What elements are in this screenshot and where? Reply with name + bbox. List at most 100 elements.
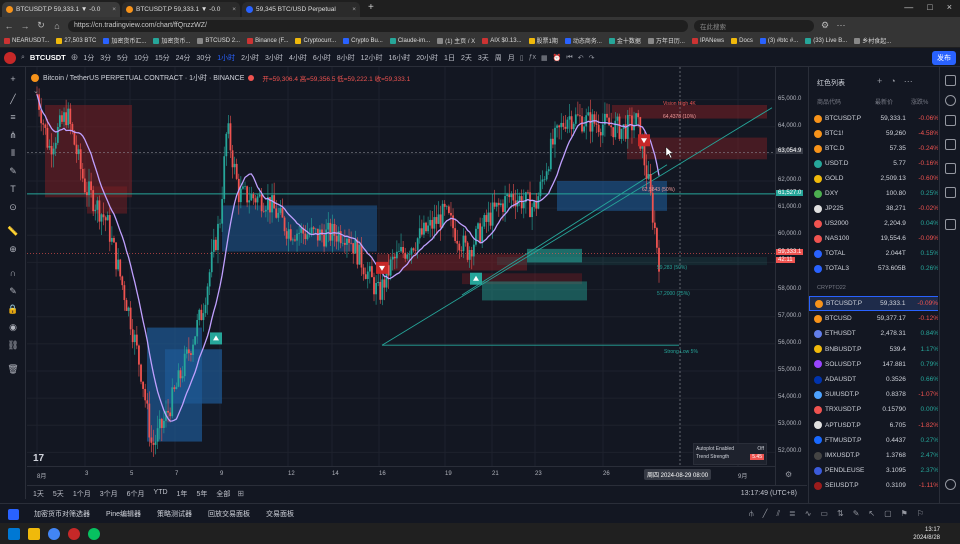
- maximize-icon[interactable]: □: [927, 2, 932, 17]
- add-symbol-icon[interactable]: +: [877, 76, 882, 87]
- bookmark-item[interactable]: 加密货币汇...: [103, 36, 146, 45]
- browser-tab[interactable]: BTCUSDT.P 59,333.1 ▼ -0.0 ×: [2, 2, 120, 17]
- trendline-icon[interactable]: ╱: [6, 93, 20, 105]
- bookmark-item[interactable]: (3) #btc #...: [759, 37, 798, 44]
- watchlist-row[interactable]: USDT.D 5.77 -0.16%: [809, 156, 938, 171]
- watchlist-title[interactable]: 红色列表: [817, 78, 845, 88]
- watchlist-row[interactable]: SUIUSDT.P 0.8378 -1.07%: [809, 387, 938, 402]
- watchlist-row[interactable]: APTUSDT.P 6.705 -1.82%: [809, 418, 938, 433]
- stay-drawing-icon[interactable]: ✎: [6, 285, 20, 297]
- timeframe-18[interactable]: 3天: [478, 53, 489, 63]
- symbol-search-button[interactable]: BTCUSDT: [30, 53, 66, 62]
- calendar-icon[interactable]: [945, 187, 956, 198]
- close-icon[interactable]: ×: [112, 6, 116, 13]
- avatar[interactable]: [4, 51, 16, 64]
- timeframe-17[interactable]: 2天: [461, 53, 472, 63]
- time-axis[interactable]: 周四 2024-08-29 08:00 ⚙ 8月 3 5 7 9 12 14 16 19 21 23…: [27, 466, 792, 484]
- replay-icon[interactable]: ⏮: [566, 54, 572, 62]
- timeframe-10[interactable]: 4小时: [289, 53, 307, 63]
- watchlist-row[interactable]: BTCUSD 59,377.17 -0.12%: [809, 311, 938, 326]
- redo-icon[interactable]: ↷: [589, 54, 595, 62]
- menu-icon[interactable]: ⋯: [836, 20, 846, 31]
- calendar-icon[interactable]: ⊞: [237, 489, 244, 498]
- bookmark-item[interactable]: Cryptocurr...: [295, 37, 336, 44]
- range-4[interactable]: 6个月: [127, 489, 145, 499]
- close-window-icon[interactable]: ×: [947, 2, 952, 17]
- url-field[interactable]: https://cn.tradingview.com/chart/ffQnzzW…: [68, 19, 688, 32]
- bookmark-item[interactable]: 股票1期: [528, 36, 558, 45]
- close-icon[interactable]: ×: [352, 6, 356, 13]
- bookmark-item[interactable]: 27,503 BTC: [56, 37, 96, 44]
- timeframe-15[interactable]: 20小时: [416, 53, 438, 63]
- range-2[interactable]: 1个月: [73, 489, 91, 499]
- price-chart[interactable]: Bitcoin / TetherUS PERPETUAL CONTRACT · …: [27, 67, 775, 485]
- timeframe-0[interactable]: 1分: [83, 53, 94, 63]
- range-tool-icon[interactable]: ⇅: [837, 509, 844, 519]
- bookmark-item[interactable]: Claude-im...: [389, 37, 430, 44]
- watchlist-row[interactable]: NAS100 19,554.6 -0.09%: [809, 231, 938, 246]
- fib-tool-icon[interactable]: ≣: [789, 509, 796, 519]
- watchlist-row[interactable]: ETHUSDT 2,478.31 0.84%: [809, 326, 938, 341]
- range-7[interactable]: 5年: [196, 489, 207, 499]
- magnet-icon[interactable]: ∩: [6, 267, 20, 279]
- brush-icon[interactable]: ✎: [6, 165, 20, 177]
- flag-tool-icon[interactable]: ⚐: [917, 509, 924, 519]
- watchlist-row[interactable]: TOTAL 2.044T 0.15%: [809, 246, 938, 261]
- watchlist-row[interactable]: BTCUSDT.P 59,333.1 -0.06%: [809, 111, 938, 126]
- watchlist-row[interactable]: BTC.D 57.35 -0.24%: [809, 141, 938, 156]
- bookmark-item[interactable]: NEARUSDT...: [4, 37, 49, 44]
- watchlist-row[interactable]: GOLD 2,509.13 -0.60%: [809, 171, 938, 186]
- zoom-icon[interactable]: ⊕: [6, 243, 20, 255]
- watchlist-row[interactable]: PENDLEUSE 3.1095 2.37%: [809, 463, 938, 478]
- timeframe-13[interactable]: 12小时: [361, 53, 383, 63]
- help-icon[interactable]: [945, 479, 956, 490]
- bookmark-item[interactable]: Binance (F...: [247, 37, 288, 44]
- watchlist-icon[interactable]: [945, 75, 956, 86]
- alerts-icon[interactable]: [945, 95, 956, 106]
- settings-icon[interactable]: ⚙: [785, 470, 792, 479]
- browser-tab[interactable]: BTCUSDT.P 59,333.1 ▼ -0.0 ×: [122, 2, 240, 17]
- layers-icon[interactable]: [945, 115, 956, 126]
- file-explorer-icon[interactable]: [28, 527, 40, 540]
- range-5[interactable]: YTD: [154, 489, 168, 499]
- ideas-icon[interactable]: [945, 163, 956, 174]
- tab-pine-editor[interactable]: Pine编辑器: [106, 509, 141, 519]
- patterns-icon[interactable]: ⊙: [6, 201, 20, 213]
- bookmark-item[interactable]: IPANews: [691, 37, 724, 44]
- timeframe-9[interactable]: 3小时: [265, 53, 283, 63]
- watchlist-row[interactable]: US2000 2,204.9 0.04%: [809, 216, 938, 231]
- watchlist-row[interactable]: DXY 100.80 0.25%: [809, 186, 938, 201]
- watchlist-row[interactable]: TOTAL3 573.605B 0.26%: [809, 261, 938, 276]
- timeframe-19[interactable]: 周: [495, 53, 502, 63]
- timeframe-3[interactable]: 10分: [134, 53, 149, 63]
- timeframe-7[interactable]: 1小时: [217, 53, 235, 63]
- tab-replay-panel[interactable]: 回放交易面板: [208, 509, 250, 519]
- bookmark-item[interactable]: 乡村食起...: [854, 36, 891, 45]
- range-1[interactable]: 5天: [53, 489, 64, 499]
- line-tool-icon[interactable]: ╱: [763, 509, 768, 519]
- watchlist-row[interactable]: ADAUSDT 0.3526 0.66%: [809, 372, 938, 387]
- layout-icon[interactable]: ▦: [541, 54, 548, 62]
- more-icon[interactable]: ⋯: [904, 76, 913, 87]
- timeframe-12[interactable]: 8小时: [337, 53, 355, 63]
- timeframe-14[interactable]: 16小时: [388, 53, 410, 63]
- range-0[interactable]: 1天: [33, 489, 44, 499]
- extensions-icon[interactable]: ⚙: [820, 20, 830, 31]
- timeframe-2[interactable]: 5分: [117, 53, 128, 63]
- timeframe-5[interactable]: 24分: [176, 53, 191, 63]
- section-header[interactable]: CRYPTO22: [817, 285, 846, 291]
- horizontal-lines-icon[interactable]: ≡: [6, 111, 20, 123]
- ruler-icon[interactable]: 📏: [6, 225, 20, 237]
- collapse-legend-icon[interactable]: ⌄: [33, 87, 39, 95]
- pitchfork-icon[interactable]: ⋔: [6, 129, 20, 141]
- watchlist-row[interactable]: JP225 38,271 -0.02%: [809, 201, 938, 216]
- reload-icon[interactable]: ↻: [36, 20, 46, 31]
- bookmark-item[interactable]: 金十数据: [608, 36, 641, 45]
- bookmark-item[interactable]: (33) Live B...: [805, 37, 847, 44]
- watchlist-row[interactable]: TRXUSDT.P 0.15790 0.00%: [809, 402, 938, 417]
- bookmark-item[interactable]: BTCUSD 2...: [197, 37, 240, 44]
- tab-crypto-screener[interactable]: 加密货币对筛选器: [34, 509, 90, 519]
- candle-type-icon[interactable]: ▯: [520, 54, 524, 62]
- tab-trading-panel[interactable]: 交易面板: [266, 509, 294, 519]
- hide-icon[interactable]: ◉: [6, 321, 20, 333]
